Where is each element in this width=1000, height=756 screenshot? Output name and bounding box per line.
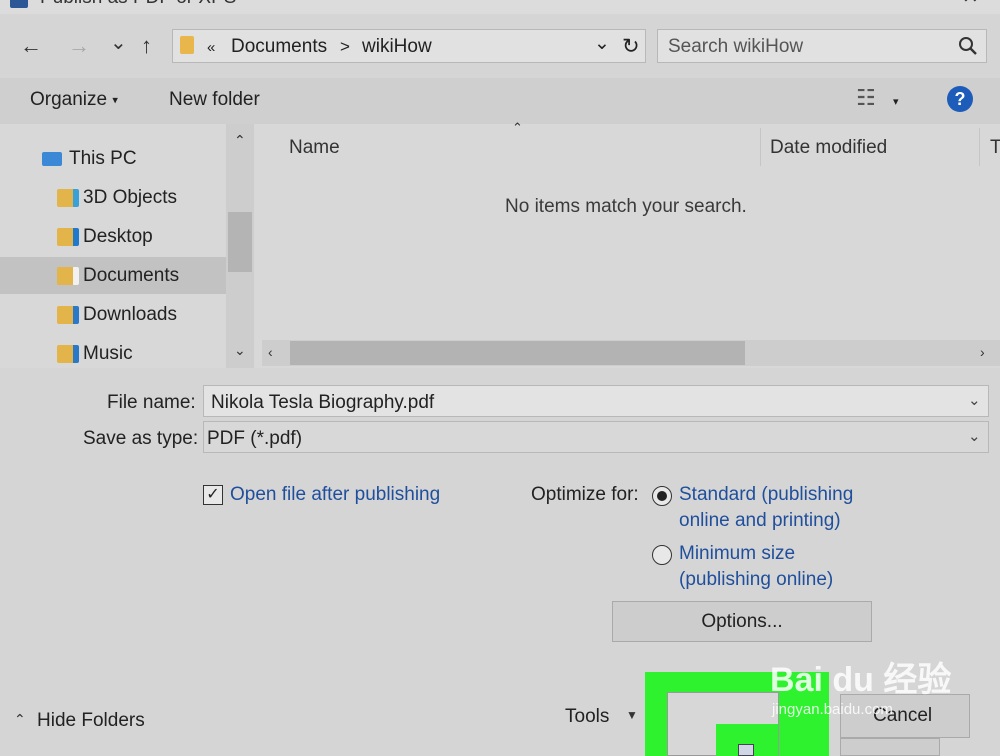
open-after-label[interactable]: Open file after publishing [230, 484, 440, 506]
file-name-dropdown-icon[interactable]: ⌄ [968, 391, 981, 409]
scroll-up-icon[interactable]: ⌃ [234, 132, 246, 149]
optimize-minimum-radio[interactable] [652, 545, 672, 565]
app-icon [10, 0, 28, 8]
optimize-minimum-label-line2[interactable]: (publishing online) [679, 569, 833, 591]
search-icon[interactable] [958, 36, 978, 61]
view-dropdown-icon[interactable]: ▾ [893, 95, 899, 108]
organize-button[interactable]: Organize ▾ [30, 89, 118, 111]
breadcrumb-wikihow[interactable]: wikiHow [362, 36, 432, 58]
optimize-standard-radio[interactable] [652, 486, 672, 506]
command-bar [0, 78, 1000, 124]
nav-item-music[interactable]: Music [0, 335, 226, 368]
cursor-marker [738, 744, 754, 756]
file-name-label: File name: [107, 392, 196, 413]
save-as-type-value: PDF (*.pdf) [207, 428, 303, 449]
tools-button[interactable]: Tools [565, 706, 609, 728]
folder-downloads-icon [57, 306, 79, 324]
nav-item-documents[interactable]: Documents [0, 257, 226, 294]
back-icon[interactable]: ← [20, 33, 42, 59]
nav-pane-scroll-thumb[interactable] [228, 212, 252, 272]
hide-folders-button[interactable]: Hide Folders [37, 710, 145, 732]
empty-message: No items match your search. [505, 196, 747, 217]
address-dropdown-icon[interactable]: ⌄ [594, 32, 610, 55]
column-header-name[interactable]: Name [289, 137, 340, 159]
recent-locations-icon[interactable]: ⌄ [110, 30, 127, 55]
optimize-standard-label-line1[interactable]: Standard (publishing [679, 484, 853, 506]
view-options-icon[interactable]: ☷ [856, 85, 876, 111]
navigation-pane: This PC 3D Objects Desktop Documents Dow… [0, 124, 226, 368]
file-list [254, 124, 1000, 368]
nav-item-3d-objects[interactable]: 3D Objects [0, 179, 226, 216]
search-input[interactable]: Search wikiHow [668, 36, 803, 58]
watermark: Bai du 经验 jingyan.baidu.com [770, 652, 970, 732]
nav-item-downloads[interactable]: Downloads [0, 296, 226, 333]
column-header-type[interactable]: T [990, 137, 1000, 159]
secondary-button[interactable] [840, 738, 940, 756]
folder-icon [180, 36, 194, 54]
new-folder-button[interactable]: New folder [169, 89, 260, 111]
breadcrumb-overflow[interactable]: « [207, 39, 215, 56]
window-title: Publish as PDF or XPS [40, 0, 236, 9]
optimize-standard-label-line2[interactable]: online and printing) [679, 510, 841, 532]
help-icon[interactable]: ? [947, 86, 973, 112]
save-as-type-select[interactable] [203, 421, 989, 453]
file-name-input[interactable]: Nikola Tesla Biography.pdf [211, 392, 434, 414]
column-divider[interactable] [760, 128, 761, 166]
watermark-brand: Bai du 经验 [770, 661, 952, 699]
tools-dropdown-icon[interactable]: ▼ [626, 708, 638, 722]
breadcrumb-separator[interactable]: > [340, 37, 350, 57]
folder-music-icon [57, 345, 79, 363]
close-icon[interactable]: ✕ [962, 0, 979, 9]
folder-3d-icon [57, 189, 79, 207]
up-icon[interactable]: ↑ [141, 33, 152, 59]
optimize-label: Optimize for: [531, 484, 639, 505]
options-button[interactable]: Options... [612, 601, 872, 642]
title-bar: Publish as PDF or XPS ✕ [0, 0, 1000, 14]
folder-documents-icon [57, 267, 79, 285]
save-as-type-label: Save as type: [83, 428, 199, 449]
sort-indicator-icon: ⌃ [512, 120, 523, 135]
column-header-date-modified[interactable]: Date modified [770, 137, 887, 159]
hide-folders-chevron-icon[interactable]: ⌃ [14, 711, 26, 728]
scroll-right-icon[interactable]: › [980, 344, 985, 360]
forward-icon[interactable]: → [68, 33, 90, 59]
open-after-checkbox[interactable]: ✓ [203, 485, 223, 505]
computer-icon [42, 152, 62, 166]
nav-item-desktop[interactable]: Desktop [0, 218, 226, 255]
folder-desktop-icon [57, 228, 79, 246]
refresh-icon[interactable]: ↻ [622, 34, 640, 59]
nav-item-this-pc[interactable]: This PC [0, 140, 226, 177]
breadcrumb-documents[interactable]: Documents [231, 36, 327, 58]
scroll-left-icon[interactable]: ‹ [268, 344, 273, 360]
column-divider[interactable] [979, 128, 980, 166]
watermark-url: jingyan.baidu.com [772, 701, 893, 718]
optimize-minimum-label-line1[interactable]: Minimum size [679, 543, 795, 565]
scroll-down-icon[interactable]: ⌄ [234, 342, 246, 359]
save-as-type-dropdown-icon[interactable]: ⌄ [968, 427, 981, 445]
file-list-scroll-thumb[interactable] [290, 341, 745, 365]
